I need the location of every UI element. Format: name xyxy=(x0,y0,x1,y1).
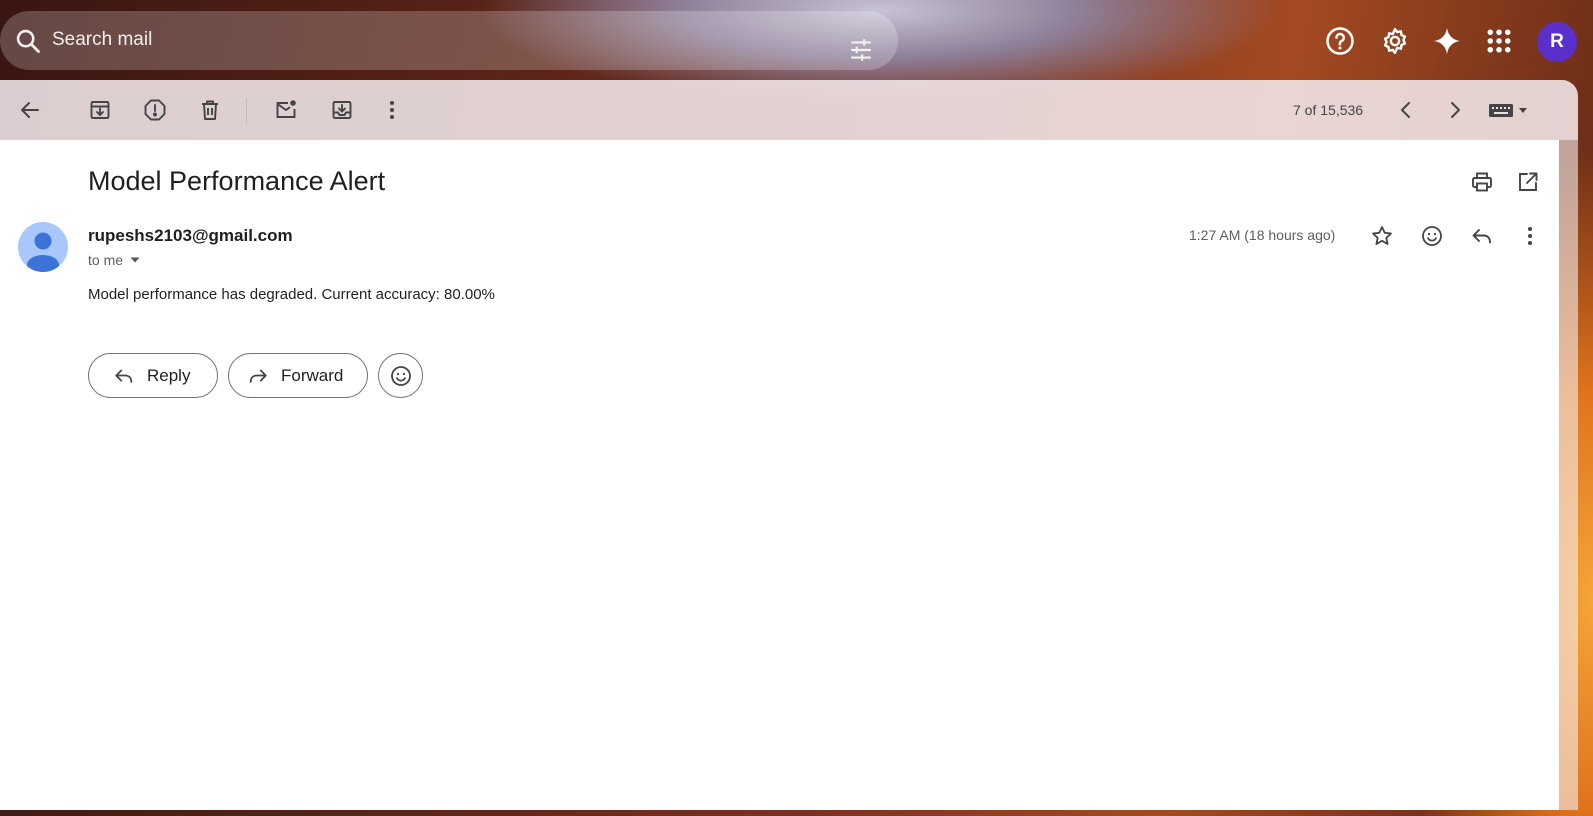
settings-gear-icon[interactable] xyxy=(1380,26,1410,56)
search-icon[interactable] xyxy=(14,27,42,55)
person-icon xyxy=(27,232,59,272)
archive-icon[interactable] xyxy=(88,98,112,122)
sender-email[interactable]: rupeshs2103@gmail.com xyxy=(88,226,293,246)
forward-label: Forward xyxy=(281,365,344,385)
mark-unread-icon[interactable] xyxy=(274,98,298,122)
open-new-window-icon[interactable] xyxy=(1516,170,1540,194)
caret-down-icon[interactable] xyxy=(129,254,141,266)
reply-icon xyxy=(115,369,133,383)
message-counter: 7 of 15,536 xyxy=(1293,102,1364,118)
older-chevron-right-icon[interactable] xyxy=(1443,98,1467,122)
report-spam-icon[interactable] xyxy=(143,98,167,122)
forward-button[interactable]: Forward xyxy=(228,353,368,398)
message-body: Model performance has degraded. Current … xyxy=(88,286,495,303)
search-input[interactable]: Search mail xyxy=(52,29,152,51)
toolbar-divider xyxy=(246,98,247,124)
right-scroll-strip xyxy=(1559,140,1578,810)
sender-avatar xyxy=(18,222,68,272)
recipient-details[interactable]: to me xyxy=(88,252,141,268)
message-more-vertical-icon[interactable] xyxy=(1518,224,1542,248)
recipient-label: to me xyxy=(88,252,124,268)
reply-arrow-icon[interactable] xyxy=(1470,224,1494,248)
forward-icon xyxy=(249,369,267,383)
input-tools-keyboard-icon[interactable] xyxy=(1488,98,1530,122)
message-subject: Model Performance Alert xyxy=(88,166,386,196)
delete-trash-icon[interactable] xyxy=(198,98,222,122)
message-timestamp: 1:27 AM (18 hours ago) xyxy=(1189,227,1336,243)
move-to-icon[interactable] xyxy=(330,98,354,122)
gemini-sparkle-icon[interactable] xyxy=(1432,26,1462,56)
newer-chevron-left-icon[interactable] xyxy=(1394,98,1418,122)
add-reaction-emoji-icon[interactable] xyxy=(1420,224,1444,248)
search-options-icon[interactable] xyxy=(848,37,874,63)
account-avatar[interactable]: R xyxy=(1537,22,1577,62)
emoji-react-button[interactable] xyxy=(378,353,423,398)
reply-label: Reply xyxy=(147,365,191,385)
emoji-icon xyxy=(390,365,411,386)
help-icon[interactable] xyxy=(1325,26,1355,56)
back-arrow-icon[interactable] xyxy=(18,98,42,122)
message-view: Model Performance Alert rupeshs2103@gmai… xyxy=(0,140,1559,810)
apps-grid-icon[interactable] xyxy=(1484,26,1514,56)
star-icon[interactable] xyxy=(1370,224,1394,248)
more-vertical-icon[interactable] xyxy=(380,98,404,122)
search-bar[interactable]: Search mail xyxy=(0,11,898,70)
reply-button[interactable]: Reply xyxy=(88,353,218,398)
print-icon[interactable] xyxy=(1470,170,1494,194)
message-toolbar: 7 of 15,536 xyxy=(0,80,1578,140)
